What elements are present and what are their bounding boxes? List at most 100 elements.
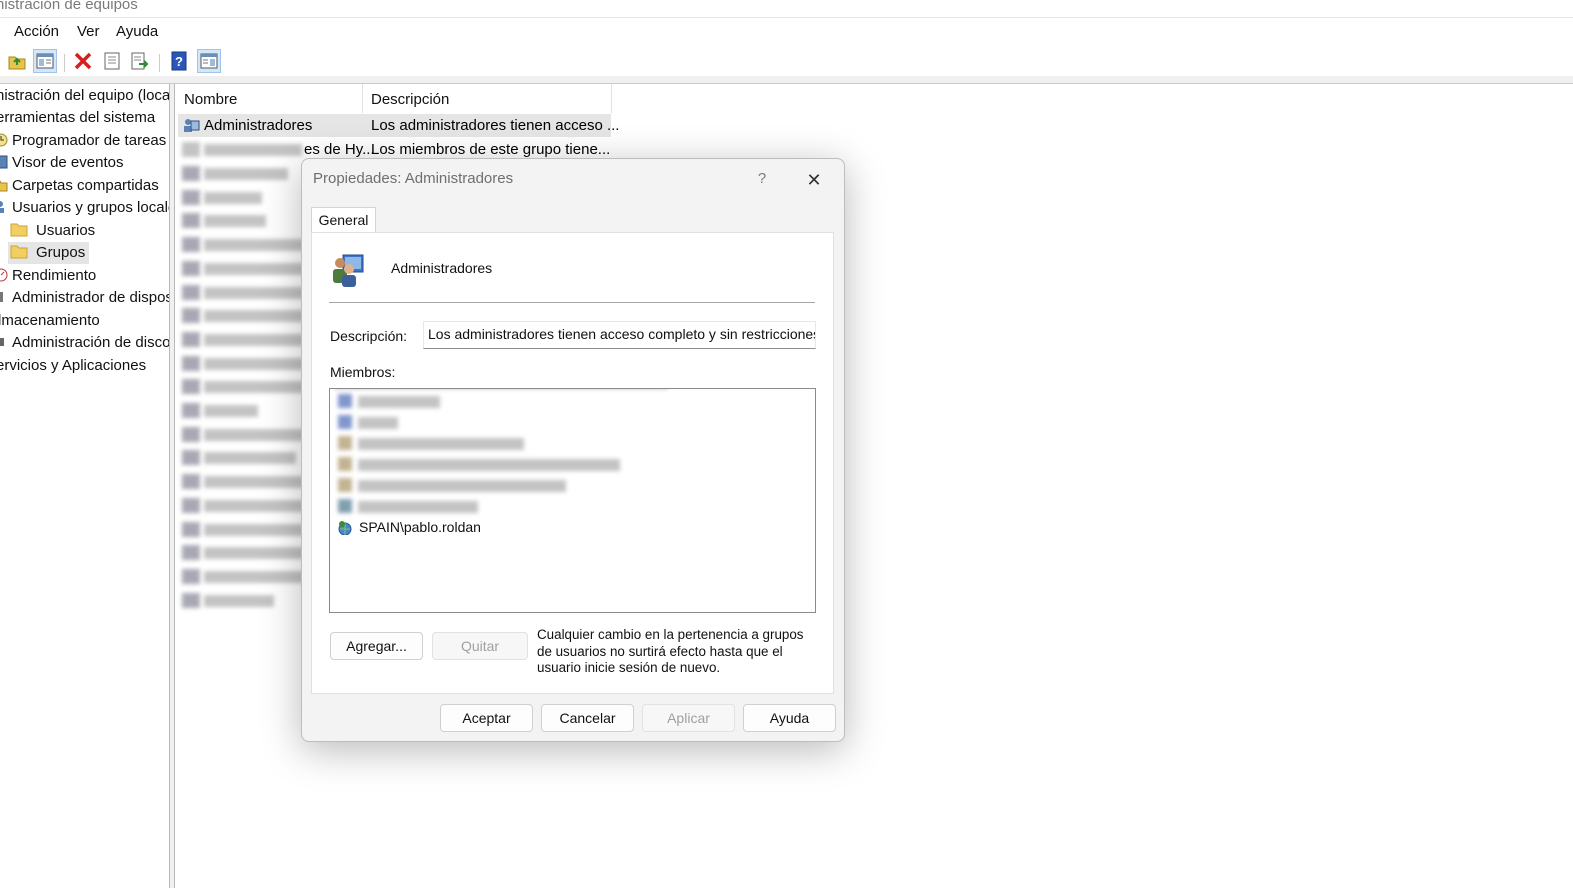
- properties-icon[interactable]: [100, 49, 124, 73]
- redacted-text: [204, 570, 304, 583]
- list-row[interactable]: [178, 423, 304, 446]
- folder-icon: [10, 245, 28, 259]
- console-tree: nistración del equipo (loca erramientas …: [0, 84, 169, 888]
- list-row[interactable]: [178, 162, 302, 185]
- group-icon: [182, 403, 200, 418]
- column-header-nombre[interactable]: Nombre: [176, 84, 363, 113]
- redacted-text: [334, 388, 668, 389]
- redacted-text: [204, 191, 262, 204]
- group-icon: [182, 308, 200, 324]
- list-row[interactable]: [178, 399, 302, 422]
- tree-item-disk-management[interactable]: Administración de disco: [0, 332, 169, 354]
- group-icon: [182, 260, 200, 276]
- tree-item-local-users-groups[interactable]: Usuarios y grupos locale: [0, 197, 169, 219]
- list-row[interactable]: [178, 257, 304, 280]
- members-label: Miembros:: [330, 364, 396, 380]
- list-row[interactable]: [178, 446, 302, 469]
- list-row[interactable]: [178, 233, 304, 256]
- menu-accion[interactable]: Acción: [14, 23, 59, 40]
- list-row[interactable]: [178, 186, 302, 209]
- properties-dialog: Propiedades: Administradores ? ✕ General…: [301, 158, 845, 742]
- group-icon: [182, 568, 200, 584]
- dialog-help-icon[interactable]: ?: [752, 167, 772, 191]
- help-icon[interactable]: ?: [167, 49, 191, 73]
- help-button[interactable]: Ayuda: [743, 704, 836, 732]
- list-row[interactable]: [178, 304, 304, 327]
- tree-item-storage[interactable]: lmacenamiento: [0, 310, 100, 332]
- menu-ver[interactable]: Ver: [77, 23, 100, 40]
- member-item[interactable]: [336, 475, 596, 495]
- list-row[interactable]: [178, 589, 302, 612]
- member-item[interactable]: [336, 391, 536, 411]
- tree-item-shared-folders[interactable]: Carpetas compartidas: [0, 175, 159, 197]
- users-icon: [0, 201, 4, 213]
- close-icon[interactable]: ✕: [801, 167, 827, 193]
- remove-button[interactable]: Quitar: [432, 632, 528, 660]
- tree-item-computer-management[interactable]: nistración del equipo (loca: [0, 85, 169, 107]
- group-icon: [184, 119, 200, 132]
- list-row[interactable]: [178, 518, 304, 541]
- list-row[interactable]: [178, 541, 304, 564]
- shared-folder-icon: [0, 180, 8, 192]
- group-icon: [182, 213, 200, 229]
- members-list[interactable]: SPAIN\pablo.roldan: [329, 388, 816, 613]
- group-icon: [182, 521, 200, 537]
- redacted-text: [204, 405, 258, 417]
- group-name-label: Administradores: [391, 260, 493, 276]
- performance-icon: [0, 268, 8, 282]
- group-icon: [182, 497, 200, 513]
- redacted-text: [204, 499, 304, 512]
- list-row[interactable]: [178, 281, 304, 304]
- list-row[interactable]: [178, 352, 304, 375]
- list-row-administradores[interactable]: Administradores Los administradores tien…: [178, 114, 619, 137]
- ok-button[interactable]: Aceptar: [440, 704, 533, 732]
- menu-ayuda[interactable]: Ayuda: [116, 23, 158, 40]
- dialog-title: Propiedades: Administradores: [313, 170, 514, 187]
- show-hide-action-pane-icon[interactable]: [197, 49, 221, 73]
- tree-item-system-tools[interactable]: erramientas del sistema: [0, 107, 155, 129]
- apply-button[interactable]: Aplicar: [642, 704, 735, 732]
- tree-item-usuarios[interactable]: Usuarios: [10, 220, 95, 242]
- description-field[interactable]: Los administradores tienen acceso comple…: [423, 321, 816, 349]
- list-row[interactable]: [178, 494, 304, 517]
- show-hide-tree-icon[interactable]: [33, 49, 57, 73]
- group-icon: [182, 379, 200, 395]
- redacted-text: [204, 381, 304, 394]
- tree-item-services-apps[interactable]: ervicios y Aplicaciones: [0, 355, 146, 377]
- list-row[interactable]: [178, 209, 302, 232]
- member-item[interactable]: [336, 496, 536, 516]
- toolbar-separator: [159, 54, 160, 72]
- group-icon: [182, 166, 200, 181]
- group-icon: [182, 474, 200, 490]
- column-header-descripcion[interactable]: Descripción: [363, 84, 612, 113]
- group-description: Los administradores tienen acceso ...: [371, 117, 620, 134]
- group-icon: [333, 254, 364, 287]
- group-icon: [182, 450, 200, 466]
- delete-icon[interactable]: [71, 49, 95, 73]
- member-item[interactable]: [336, 433, 556, 453]
- pane-splitter[interactable]: [169, 84, 175, 888]
- tree-item-task-scheduler[interactable]: Programador de tareas: [0, 130, 166, 152]
- member-item[interactable]: [336, 454, 636, 474]
- list-row[interactable]: [178, 375, 304, 398]
- list-row[interactable]: [178, 565, 304, 588]
- group-icon: [182, 355, 200, 371]
- add-button[interactable]: Agregar...: [330, 632, 423, 660]
- redacted-text: [204, 547, 304, 560]
- tree-item-performance[interactable]: Rendimiento: [0, 265, 96, 287]
- cancel-button[interactable]: Cancelar: [541, 704, 634, 732]
- redacted-text: [204, 310, 304, 323]
- up-folder-icon[interactable]: [5, 49, 29, 73]
- tree-item-device-manager[interactable]: Administrador de dispos: [0, 287, 169, 309]
- list-row[interactable]: [178, 328, 304, 351]
- clock-icon: [0, 133, 8, 147]
- divider: [329, 302, 815, 303]
- device-manager-icon: [0, 292, 3, 302]
- tree-item-grupos[interactable]: Grupos: [8, 242, 90, 264]
- member-item[interactable]: [336, 412, 536, 432]
- group-icon: [182, 545, 200, 561]
- tab-general[interactable]: General: [311, 207, 376, 233]
- tree-item-event-viewer[interactable]: Visor de eventos: [0, 152, 123, 174]
- export-list-icon[interactable]: [128, 49, 152, 73]
- list-row[interactable]: [178, 470, 304, 493]
